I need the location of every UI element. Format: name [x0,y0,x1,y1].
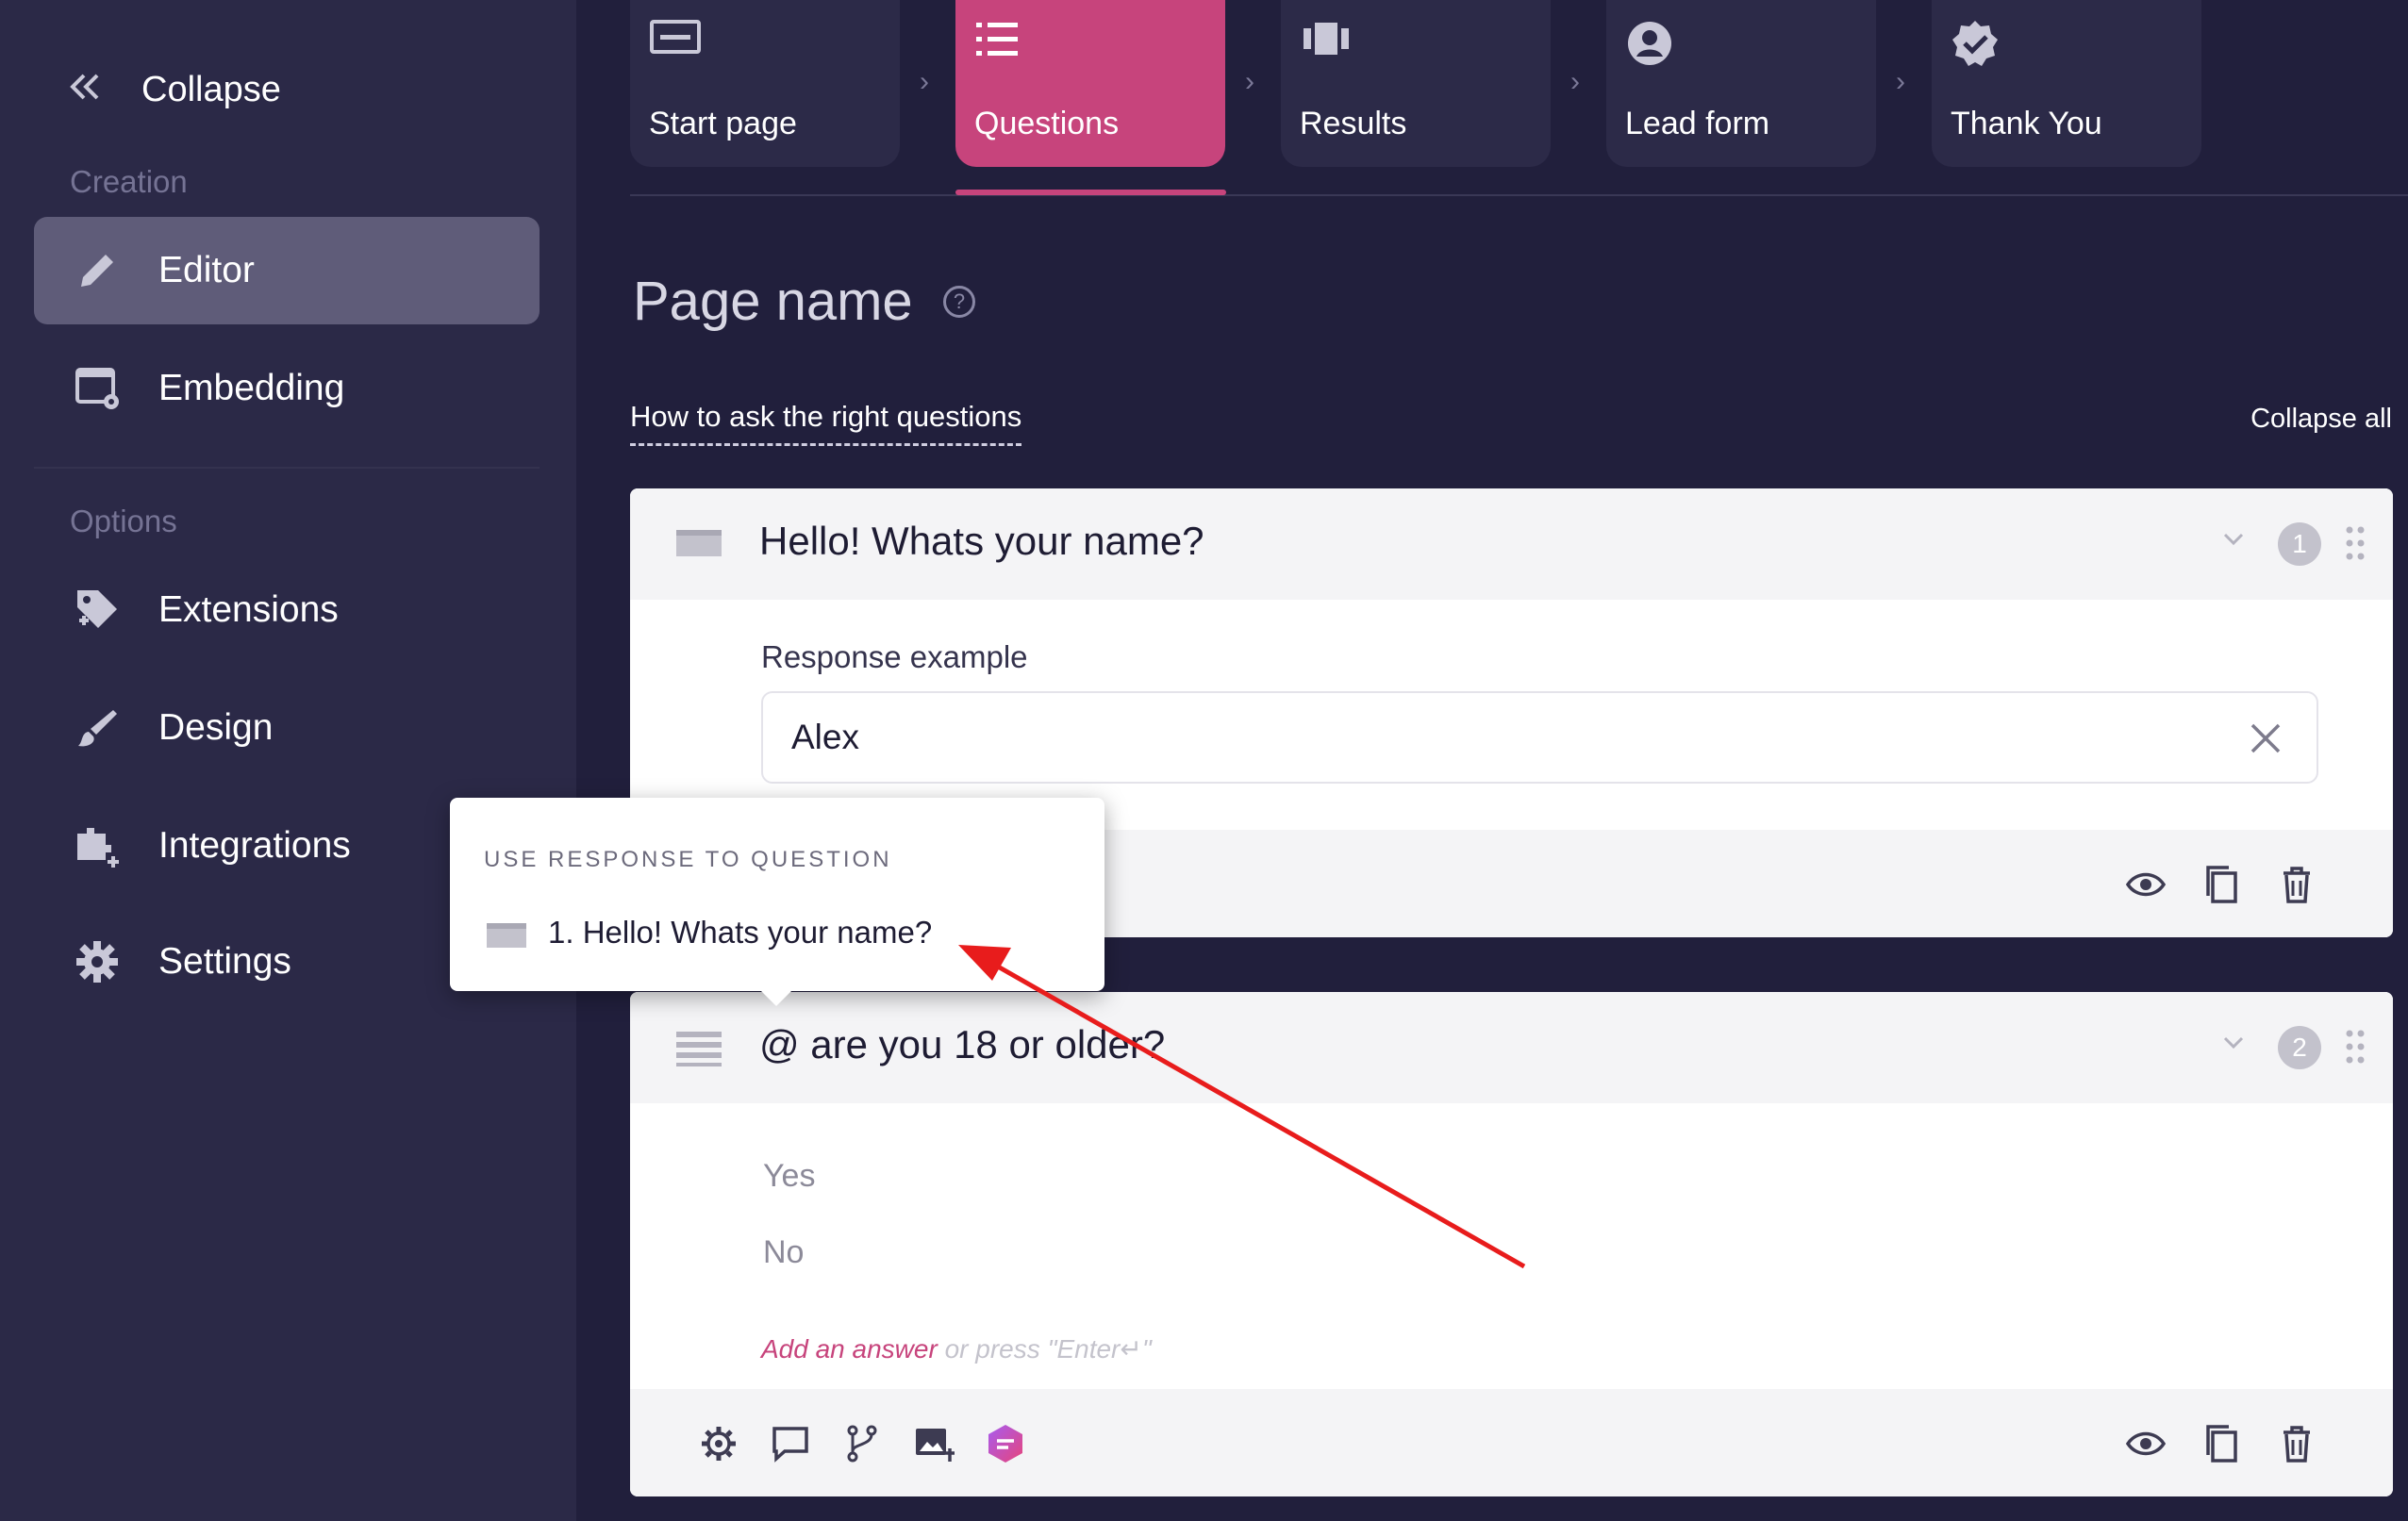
brush-icon [74,704,121,752]
sidebar: Collapse Creation Editor Embedding Optio… [0,0,576,1521]
add-answer-link[interactable]: Add an answer [761,1334,938,1364]
add-image-icon[interactable] [913,1423,955,1464]
tab-label: Questions [974,106,1120,141]
answer-option-yes[interactable]: Yes [763,1158,815,1195]
question-tools [698,1423,1026,1464]
verified-badge-icon [1951,19,2007,66]
popup-question-option[interactable]: 1. Hello! Whats your name? [548,915,932,951]
question-title[interactable]: Hello! Whats your name? [759,519,1204,564]
sidebar-item-label: Editor [158,250,255,290]
sidebar-item-label: Extensions [158,589,339,630]
chevron-down-icon[interactable] [2219,1028,2248,1056]
sidebar-item-label: Design [158,707,274,748]
tab-questions[interactable]: Questions [955,0,1225,167]
embed-settings-icon [74,365,121,412]
popup-header: USE RESPONSE TO QUESTION [484,847,892,872]
help-icon[interactable]: ? [943,286,975,318]
comment-icon[interactable] [770,1423,811,1464]
sidebar-item-editor[interactable]: Editor [34,217,540,324]
chevron-right-icon: › [920,66,929,97]
drag-handle-icon[interactable] [2344,1028,2366,1066]
close-icon[interactable] [2247,719,2284,757]
how-to-ask-link[interactable]: How to ask the right questions [630,400,1022,446]
response-value: Alex [791,718,859,756]
eye-icon[interactable] [2125,1423,2167,1464]
eye-icon[interactable] [2125,864,2167,905]
results-icon [1300,19,1356,66]
puzzle-tag-icon [74,587,121,634]
branch-icon[interactable] [841,1423,883,1464]
add-answer-hint: or press "Enter↵" [937,1334,1152,1364]
question-title[interactable]: @ are you 18 or older? [759,1022,1165,1067]
gear-icon[interactable] [698,1423,739,1464]
tab-label: Start page [649,106,797,141]
question-number-badge: 2 [2278,1026,2321,1069]
active-tab-indicator [955,190,1226,195]
question-card: @ are you 18 or older? 2 Yes No Add an a… [630,992,2393,1496]
collapse-sidebar-button[interactable]: Collapse [68,57,281,123]
tab-start-page[interactable]: Start page [630,0,900,167]
drag-handle-icon[interactable] [2344,524,2366,562]
tab-thank-you[interactable]: Thank You [1932,0,2201,167]
user-circle-icon [1625,19,1682,66]
sidebar-item-embedding[interactable]: Embedding [34,335,540,442]
start-page-icon [649,19,706,66]
question-actions [2125,864,2317,905]
tab-lead-form[interactable]: Lead form [1606,0,1876,167]
question-actions [2125,1423,2317,1464]
section-label-creation: Creation [70,164,188,199]
chevron-down-icon[interactable] [2219,524,2248,553]
chevron-right-icon: › [1245,66,1254,97]
list-lines-icon [675,1030,722,1067]
copy-icon[interactable] [2200,1423,2242,1464]
page-title[interactable]: Page name [633,270,913,333]
question-footer [630,1389,2393,1496]
tab-label: Lead form [1625,106,1770,141]
tab-results[interactable]: Results [1281,0,1551,167]
text-field-icon [486,921,527,950]
question-header[interactable]: Hello! Whats your name? 1 [630,488,2393,600]
sidebar-item-label: Embedding [158,368,345,408]
variable-icon[interactable] [985,1423,1026,1464]
response-example-label: Response example [761,639,1028,674]
collapse-label: Collapse [141,69,281,109]
sidebar-item-label: Settings [158,941,291,982]
sidebar-divider [34,467,540,469]
integration-plus-icon [74,822,121,869]
tab-label: Thank You [1951,106,2102,141]
double-chevron-left-icon [68,70,102,110]
text-field-icon [675,526,722,564]
gear-icon [74,938,121,985]
sidebar-item-label: Integrations [158,825,351,866]
variable-popup: USE RESPONSE TO QUESTION 1. Hello! Whats… [450,798,1104,1006]
response-example-input[interactable]: Alex [761,691,2318,784]
chevron-right-icon: › [1896,66,1905,97]
sidebar-item-design[interactable]: Design [34,674,540,782]
copy-icon[interactable] [2200,864,2242,905]
question-header[interactable]: @ are you 18 or older? 2 [630,992,2393,1103]
tab-label: Results [1300,106,1407,141]
trash-icon[interactable] [2276,1423,2317,1464]
chevron-right-icon: › [1570,66,1580,97]
sidebar-item-extensions[interactable]: Extensions [34,556,540,664]
question-number-badge: 1 [2278,522,2321,566]
add-answer-row: Add an answer or press "Enter↵" [761,1333,1152,1364]
collapse-all-button[interactable]: Collapse all [2250,404,2392,435]
list-icon [974,19,1031,66]
tabs-divider [630,194,2408,196]
pencil-icon [74,247,121,294]
trash-icon[interactable] [2276,864,2317,905]
answer-option-no[interactable]: No [763,1234,804,1271]
section-label-options: Options [70,504,177,538]
